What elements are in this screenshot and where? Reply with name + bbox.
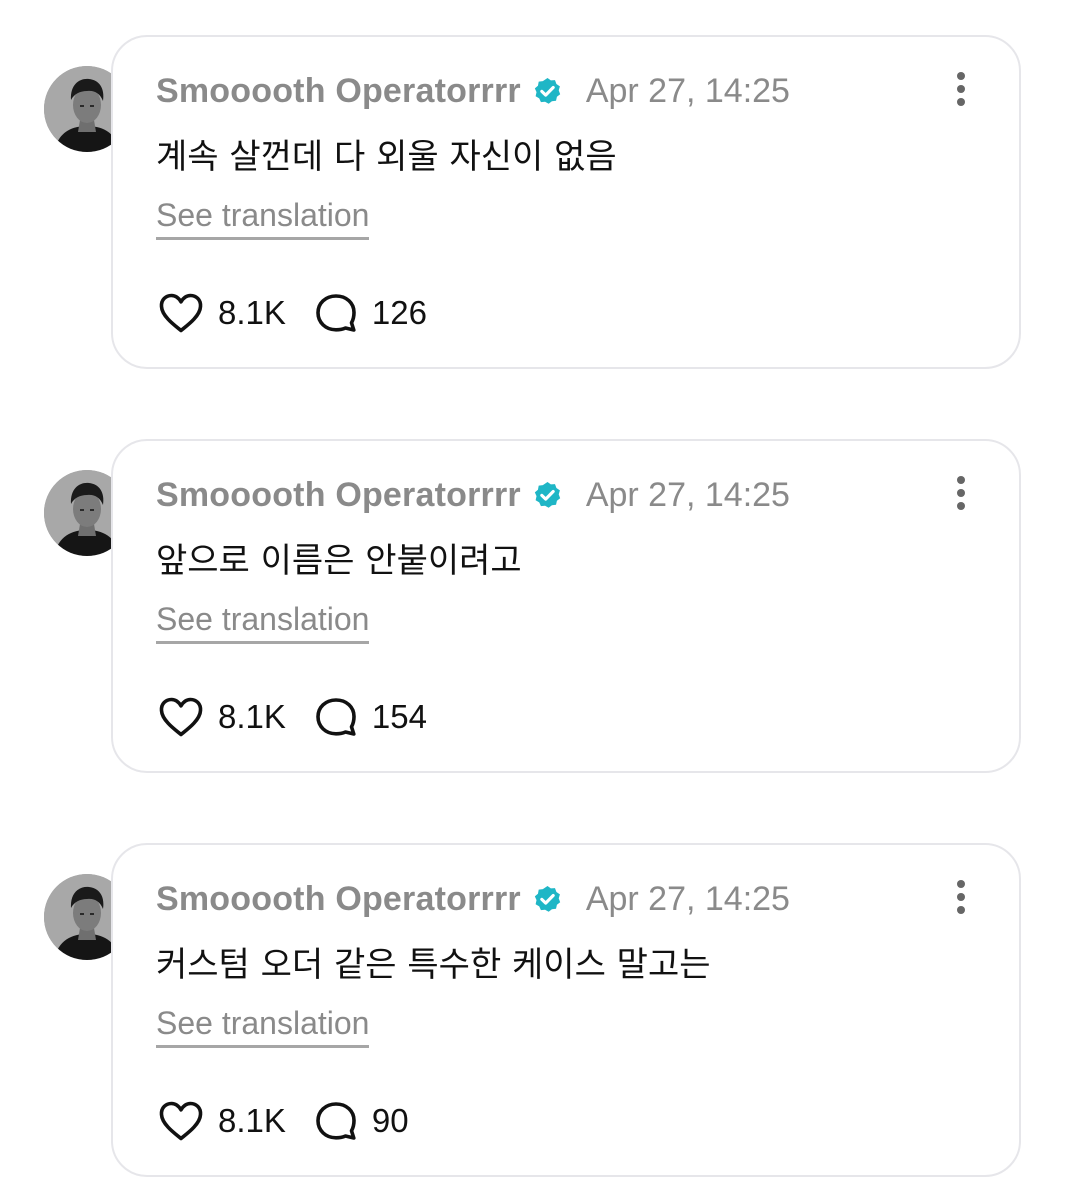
reply-count: 126 — [371, 294, 427, 331]
more-options-button[interactable] — [941, 475, 981, 515]
post-text: 계속 살껀데 다 외울 자신이 없음 — [156, 137, 617, 177]
post: Smooooth Operatorrrr Apr 27, 14:25 커스텀 오… — [0, 843, 1068, 1183]
reply-button[interactable]: 126 — [314, 292, 427, 334]
post-actions: 8.1K 90 — [158, 1099, 409, 1143]
see-translation-link[interactable]: See translation — [156, 601, 370, 644]
heart-icon — [158, 292, 204, 334]
post-header: Smooooth Operatorrrr Apr 27, 14:25 — [156, 71, 790, 111]
see-translation-link[interactable]: See translation — [156, 1005, 370, 1048]
reply-count: 90 — [371, 1102, 409, 1139]
more-options-button[interactable] — [941, 71, 981, 111]
like-button[interactable]: 8.1K — [158, 1100, 286, 1142]
post-card: Smooooth Operatorrrr Apr 27, 14:25 커스텀 오… — [111, 843, 1021, 1177]
post: Smooooth Operatorrrr Apr 27, 14:25 앞으로 이… — [0, 439, 1068, 779]
verified-badge-icon — [532, 76, 563, 107]
post-text: 앞으로 이름은 안붙이려고 — [156, 541, 522, 581]
speech-bubble-icon — [314, 1100, 358, 1142]
reply-button[interactable]: 154 — [314, 696, 427, 738]
post-card: Smooooth Operatorrrr Apr 27, 14:25 계속 살껀… — [111, 35, 1021, 369]
speech-bubble-icon — [314, 696, 358, 738]
more-vertical-icon — [955, 475, 967, 516]
heart-icon — [158, 1100, 204, 1142]
heart-icon — [158, 696, 204, 738]
post-actions: 8.1K 126 — [158, 291, 427, 335]
timestamp: Apr 27, 14:25 — [585, 475, 790, 514]
post-card: Smooooth Operatorrrr Apr 27, 14:25 앞으로 이… — [111, 439, 1021, 773]
more-vertical-icon — [955, 71, 967, 112]
like-button[interactable]: 8.1K — [158, 696, 286, 738]
username[interactable]: Smooooth Operatorrrr — [156, 880, 521, 919]
more-vertical-icon — [955, 879, 967, 920]
timestamp: Apr 27, 14:25 — [585, 879, 790, 918]
speech-bubble-icon — [314, 292, 358, 334]
reply-count: 154 — [371, 698, 427, 735]
username[interactable]: Smooooth Operatorrrr — [156, 72, 521, 111]
post-header: Smooooth Operatorrrr Apr 27, 14:25 — [156, 475, 790, 515]
like-count: 8.1K — [218, 1102, 286, 1139]
post-header: Smooooth Operatorrrr Apr 27, 14:25 — [156, 879, 790, 919]
post: Smooooth Operatorrrr Apr 27, 14:25 계속 살껀… — [0, 35, 1068, 375]
post-actions: 8.1K 154 — [158, 695, 427, 739]
verified-badge-icon — [532, 480, 563, 511]
more-options-button[interactable] — [941, 879, 981, 919]
like-count: 8.1K — [218, 294, 286, 331]
timestamp: Apr 27, 14:25 — [585, 71, 790, 110]
username[interactable]: Smooooth Operatorrrr — [156, 476, 521, 515]
verified-badge-icon — [532, 884, 563, 915]
see-translation-link[interactable]: See translation — [156, 197, 370, 240]
post-text: 커스텀 오더 같은 특수한 케이스 말고는 — [156, 945, 711, 985]
like-button[interactable]: 8.1K — [158, 292, 286, 334]
reply-button[interactable]: 90 — [314, 1100, 409, 1142]
like-count: 8.1K — [218, 698, 286, 735]
